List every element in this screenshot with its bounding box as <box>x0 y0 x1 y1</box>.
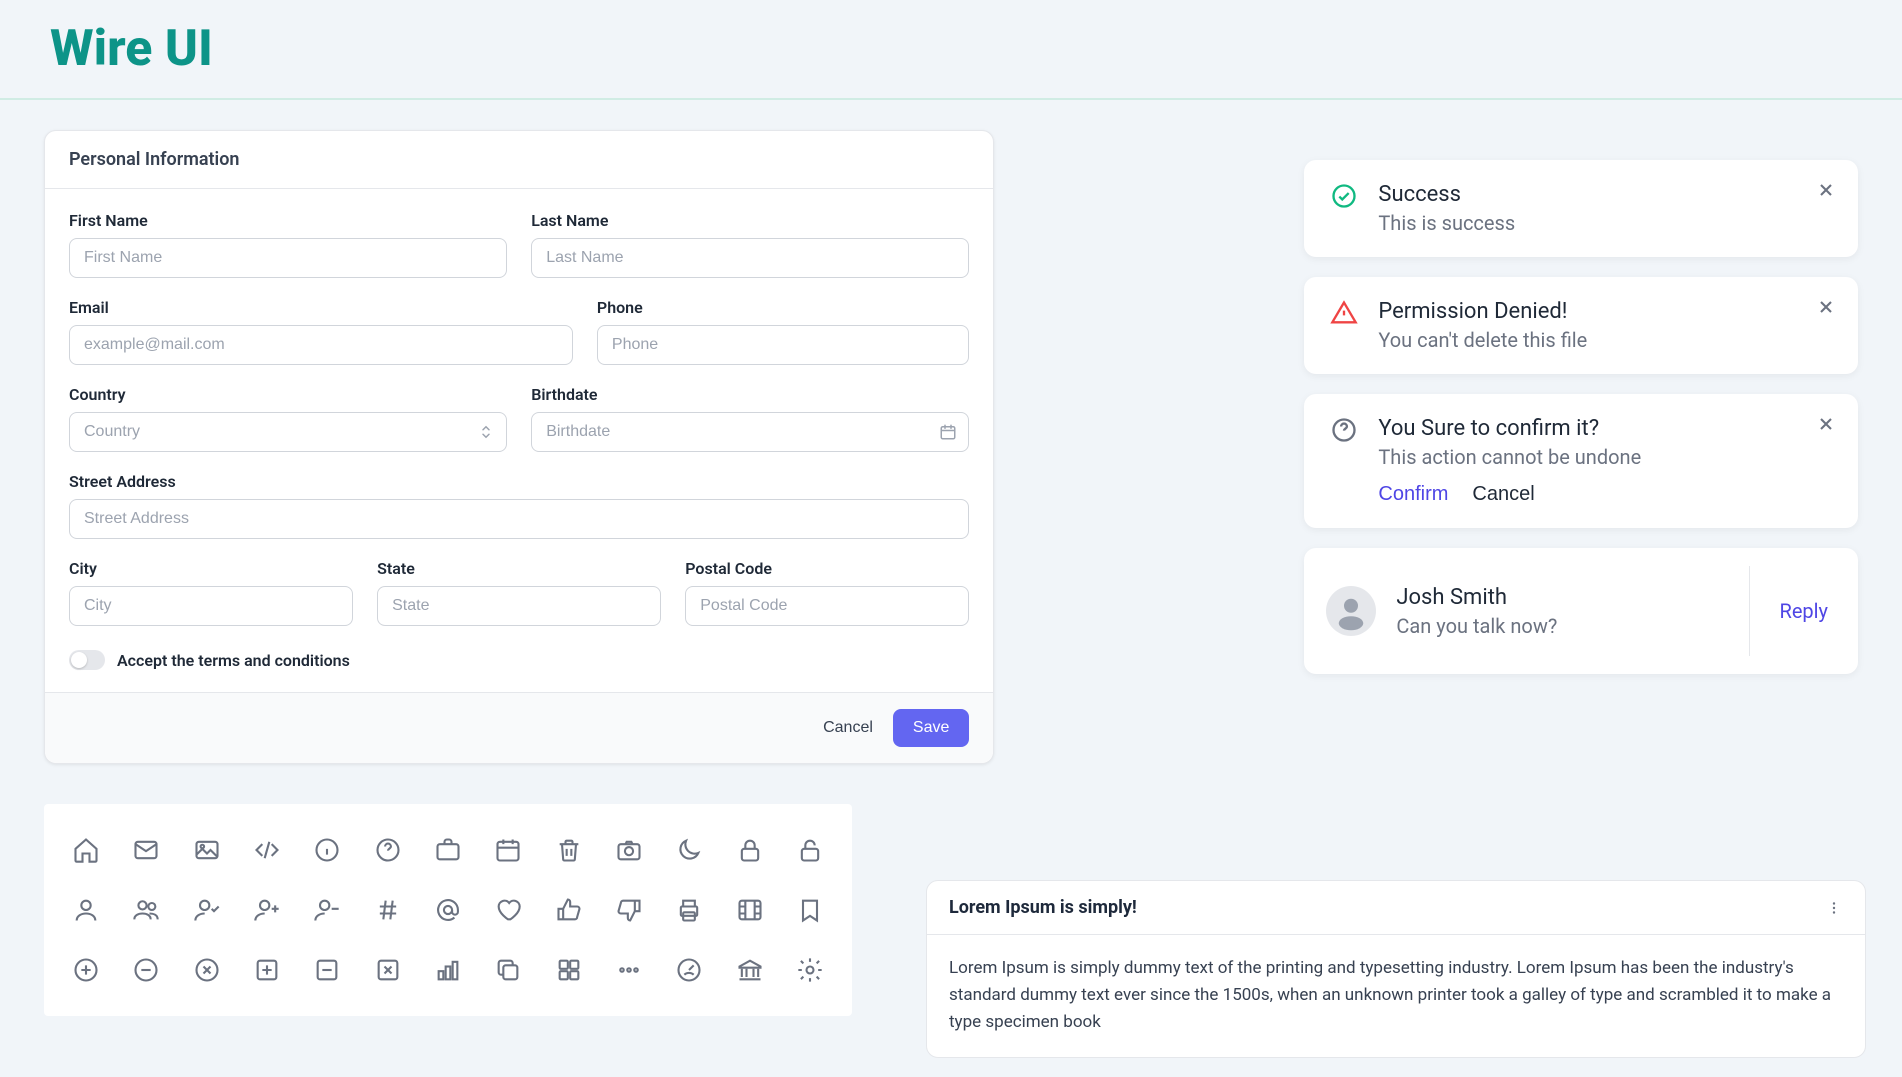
user-check-icon <box>177 880 237 940</box>
notification-error: Permission Denied! You can't delete this… <box>1304 277 1858 374</box>
calendar-icon <box>939 423 957 441</box>
alert-triangle-icon <box>1330 299 1358 327</box>
users-icon <box>116 880 176 940</box>
lock-icon <box>719 820 779 880</box>
moon-icon <box>659 820 719 880</box>
image-icon <box>177 820 237 880</box>
notification-desc: This is success <box>1378 211 1832 235</box>
plus-circle-icon <box>56 940 116 1000</box>
close-button[interactable] <box>1816 414 1836 434</box>
message-sender: Josh Smith <box>1396 585 1748 610</box>
card-title: Personal Information <box>45 131 993 189</box>
x-circle-icon <box>177 940 237 1000</box>
terms-label: Accept the terms and conditions <box>117 651 350 670</box>
info-icon <box>297 820 357 880</box>
city-input[interactable] <box>69 586 353 626</box>
save-button[interactable]: Save <box>893 709 969 747</box>
question-icon <box>358 820 418 880</box>
film-icon <box>719 880 779 940</box>
notification-desc: You can't delete this file <box>1378 328 1832 352</box>
plus-square-icon <box>237 940 297 1000</box>
minus-circle-icon <box>116 940 176 1000</box>
phone-input[interactable] <box>597 325 969 365</box>
printer-icon <box>659 880 719 940</box>
calendar-outline-icon <box>478 820 538 880</box>
close-button[interactable] <box>1816 180 1836 200</box>
bar-chart-icon <box>418 940 478 1000</box>
first-name-input[interactable] <box>69 238 507 278</box>
country-select[interactable] <box>69 412 507 452</box>
close-button[interactable] <box>1816 297 1836 317</box>
app-header: Wire UI <box>0 0 1902 100</box>
notification-title: Success <box>1378 182 1832 207</box>
gear-icon <box>780 940 840 1000</box>
dots-vertical-icon[interactable] <box>1825 899 1843 917</box>
notification-success: Success This is success <box>1304 160 1858 257</box>
notification-confirm: You Sure to confirm it? This action cann… <box>1304 394 1858 528</box>
home-icon <box>56 820 116 880</box>
thumbs-up-icon <box>539 880 599 940</box>
lorem-body: Lorem Ipsum is simply dummy text of the … <box>927 935 1865 1057</box>
reply-button[interactable]: Reply <box>1749 566 1859 656</box>
state-input[interactable] <box>377 586 661 626</box>
user-plus-icon <box>237 880 297 940</box>
postal-label: Postal Code <box>685 559 969 578</box>
terms-toggle[interactable] <box>69 650 105 670</box>
confirm-button[interactable]: Confirm <box>1378 483 1448 506</box>
lorem-title: Lorem Ipsum is simply! <box>949 897 1137 918</box>
briefcase-icon <box>418 820 478 880</box>
brand-logo: Wire UI <box>50 20 1852 78</box>
dots-horizontal-icon <box>599 940 659 1000</box>
first-name-label: First Name <box>69 211 507 230</box>
phone-label: Phone <box>597 298 969 317</box>
notification-desc: This action cannot be undone <box>1378 445 1832 469</box>
postal-input[interactable] <box>685 586 969 626</box>
cancel-button[interactable]: Cancel <box>823 719 873 737</box>
gauge-icon <box>659 940 719 1000</box>
bookmark-icon <box>780 880 840 940</box>
copy-icon <box>478 940 538 1000</box>
mail-icon <box>116 820 176 880</box>
user-icon <box>56 880 116 940</box>
check-circle-icon <box>1330 182 1358 210</box>
avatar <box>1326 586 1376 636</box>
icon-showcase <box>44 804 852 1016</box>
email-label: Email <box>69 298 573 317</box>
user-minus-icon <box>297 880 357 940</box>
city-label: City <box>69 559 353 578</box>
personal-info-card: Personal Information First Name Last Nam… <box>44 130 994 764</box>
chevron-up-down-icon <box>477 423 495 441</box>
bank-icon <box>719 940 779 1000</box>
cancel-confirm-button[interactable]: Cancel <box>1472 483 1534 506</box>
at-icon <box>418 880 478 940</box>
notification-title: Permission Denied! <box>1378 299 1832 324</box>
last-name-input[interactable] <box>531 238 969 278</box>
heart-icon <box>478 880 538 940</box>
email-input[interactable] <box>69 325 573 365</box>
lorem-card: Lorem Ipsum is simply! Lorem Ipsum is si… <box>926 880 1866 1058</box>
minus-square-icon <box>297 940 357 1000</box>
x-square-icon <box>358 940 418 1000</box>
trash-icon <box>539 820 599 880</box>
last-name-label: Last Name <box>531 211 969 230</box>
country-label: Country <box>69 385 507 404</box>
grid-icon <box>539 940 599 1000</box>
birthdate-label: Birthdate <box>531 385 969 404</box>
hash-icon <box>358 880 418 940</box>
unlock-icon <box>780 820 840 880</box>
question-circle-icon <box>1330 416 1358 444</box>
street-input[interactable] <box>69 499 969 539</box>
thumbs-down-icon <box>599 880 659 940</box>
camera-icon <box>599 820 659 880</box>
street-label: Street Address <box>69 472 969 491</box>
notification-title: You Sure to confirm it? <box>1378 416 1832 441</box>
notification-message: Josh Smith Can you talk now? Reply <box>1304 548 1858 674</box>
code-icon <box>237 820 297 880</box>
message-text: Can you talk now? <box>1396 614 1748 638</box>
birthdate-input[interactable] <box>531 412 969 452</box>
state-label: State <box>377 559 661 578</box>
